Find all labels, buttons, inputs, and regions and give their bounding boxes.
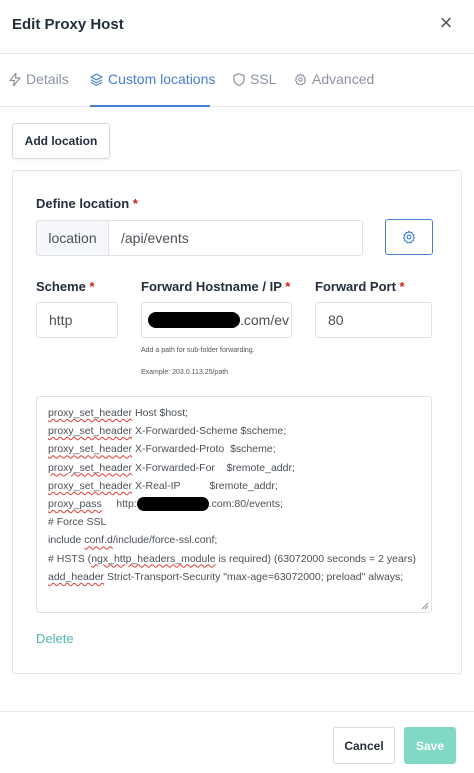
config-keyword: proxy_set_header [48, 407, 133, 419]
required-mark: * [285, 279, 291, 294]
define-location-label: Define location * [36, 196, 138, 211]
config-keyword: add_header [48, 570, 105, 583]
location-prefix: location [36, 220, 108, 256]
tab-custom-locations[interactable]: Custom locations [90, 71, 215, 87]
config-value: Strict-Transport-Security "max-age=63072… [104, 570, 404, 583]
forward-help-example: Example: 203.0.113.25/path [141, 369, 229, 376]
config-value: Host $host; [132, 407, 189, 419]
config-value: X-Forwarded-Proto $scheme; [132, 443, 276, 456]
custom-config-textarea[interactable]: proxy_set_header Host $host; proxy_set_h… [36, 396, 432, 613]
config-line: proxy_set_header X-Forwarded-Scheme $sch… [48, 422, 420, 440]
tab-ssl[interactable]: SSL [233, 71, 276, 87]
active-tab-indicator [90, 105, 210, 107]
tab-ssl-label: SSL [250, 71, 277, 87]
config-keyword: include [48, 534, 85, 547]
location-settings-button[interactable] [385, 219, 433, 255]
config-value: conf.d [84, 534, 113, 547]
tab-custom-locations-label: Custom locations [108, 71, 216, 87]
cancel-button[interactable]: Cancel [333, 727, 395, 764]
config-line: proxy_set_header X-Forwarded-For $remote… [48, 459, 420, 477]
config-line-include: include conf.d/include/force-ssl.conf; [48, 531, 420, 549]
config-keyword: proxy_set_header [48, 443, 133, 456]
config-line-proxy-pass: proxy_pass http: .com:80/events; [48, 495, 420, 513]
config-value: X-Forwarded-Scheme $scheme; [132, 425, 287, 438]
config-keyword: proxy_pass [48, 498, 102, 511]
required-mark: * [132, 196, 138, 211]
config-line-add-header: add_header Strict-Transport-Security "ma… [48, 568, 420, 586]
scheme-input[interactable]: http [36, 302, 118, 338]
config-line-comment: # HSTS (ngx_http_headers_module is requi… [48, 550, 420, 568]
config-value: http: [116, 498, 137, 511]
tab-advanced-label: Advanced [312, 71, 375, 87]
config-value: X-Forwarded-For $remote_addr; [132, 461, 295, 474]
config-line: proxy_set_header X-Forwarded-Proto $sche… [48, 440, 420, 458]
config-value: ; [214, 534, 218, 547]
modal-header: Edit Proxy Host × [0, 0, 474, 54]
scheme-label: Scheme * [36, 279, 95, 294]
config-keyword: proxy_set_header [48, 425, 133, 438]
config-value: is required) (63072000 seconds = 2 years… [215, 552, 417, 565]
forward-help-text: Add a path for sub-folder forwarding. [141, 347, 255, 354]
bolt-icon [9, 72, 21, 86]
required-mark: * [399, 279, 405, 294]
gear-icon [402, 230, 416, 244]
config-line: proxy_set_header Host $host; [48, 404, 420, 422]
config-value: .com:80/events; [208, 498, 283, 511]
forward-hostname-label-text: Forward Hostname / IP [141, 279, 282, 294]
tab-details-label: Details [26, 71, 69, 87]
tab-bar: Details Custom locations SSL Advanced [0, 55, 474, 107]
required-mark: * [89, 279, 95, 294]
config-value: # HSTS ( [48, 552, 92, 565]
tab-details[interactable]: Details [9, 71, 69, 87]
modal-title: Edit Proxy Host [12, 16, 124, 33]
tab-advanced[interactable]: Advanced [294, 71, 374, 87]
resize-handle-icon[interactable] [421, 602, 429, 610]
forward-port-input[interactable]: 80 [315, 302, 432, 338]
shield-icon [233, 72, 245, 86]
save-button[interactable]: Save [404, 727, 456, 764]
delete-location-link[interactable]: Delete [36, 631, 74, 646]
define-location-text: Define location [36, 196, 130, 211]
location-path-input[interactable]: /api/events [108, 220, 363, 256]
add-location-button[interactable]: Add location [12, 123, 110, 159]
forward-hostname-input[interactable]: .com/ev [141, 302, 292, 338]
config-value: X-Real-IP $remote_addr; [132, 479, 278, 492]
config-keyword: proxy_set_header [48, 479, 133, 492]
layers-icon [90, 72, 103, 86]
config-line-comment: # Force SSL [48, 516, 107, 529]
config-value: ngx_http_headers_module [91, 552, 216, 565]
config-line: proxy_set_header X-Real-IP $remote_addr; [48, 477, 420, 495]
modal-footer [0, 711, 474, 773]
hostname-visible-suffix: .com/ev [240, 312, 290, 328]
redacted-hostname [148, 312, 240, 328]
gear-icon [294, 73, 307, 85]
forward-hostname-label: Forward Hostname / IP * [141, 279, 290, 294]
close-icon[interactable]: × [436, 12, 456, 36]
forward-port-label-text: Forward Port [315, 279, 396, 294]
scheme-label-text: Scheme [36, 279, 86, 294]
config-keyword: proxy_set_header [48, 461, 133, 474]
config-value: /include/force-ssl.conf [112, 534, 215, 547]
forward-port-label: Forward Port * [315, 279, 405, 294]
redacted-proxy-host [136, 497, 209, 512]
